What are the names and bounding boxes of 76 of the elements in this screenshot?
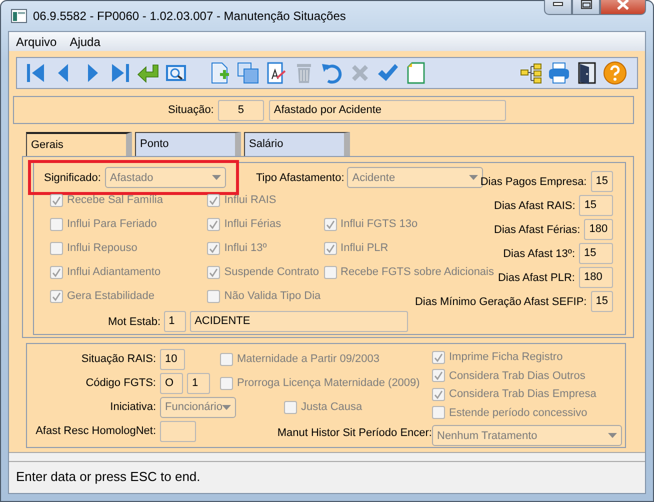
input-field[interactable]: 180	[579, 267, 613, 288]
input-field[interactable]: O	[160, 372, 183, 394]
checkbox-label: Influi PLR	[340, 242, 388, 254]
checkbox-label: Maternidade a Partir 09/2003	[237, 353, 380, 365]
checkmark-icon	[209, 268, 218, 276]
help-icon	[603, 61, 627, 85]
checkmark-icon	[209, 220, 218, 228]
caret-icon	[212, 175, 221, 180]
checkbox-label: Considera Trab Dias Outros	[449, 370, 586, 382]
checkbox-label: Gera Estabilidade	[67, 290, 154, 302]
checkmark-icon	[52, 292, 61, 300]
checkbox-label: Influi FGTS 13o	[340, 218, 418, 230]
checkbox-label: Não Valida Tipo Dia	[224, 290, 321, 302]
field-label: Mot Estab:	[108, 316, 161, 328]
checkbox-label: Influi Férias	[224, 218, 282, 230]
input-field[interactable]: Afastado por Acidente	[268, 100, 506, 120]
undo-icon	[320, 61, 344, 85]
checkmark-icon	[52, 196, 61, 204]
checkbox-label: Influi Adiantamento	[67, 266, 161, 278]
input-field[interactable]: 15	[590, 291, 613, 312]
maximize-icon	[580, 0, 592, 8]
field-label: Tipo Afastamento:	[256, 172, 344, 184]
checkbox-label: Considera Trab Dias Empresa	[449, 388, 596, 400]
checkbox-label: Influi RAIS	[224, 194, 276, 206]
field-label: Manut Histor Sit Período Encer:	[277, 427, 432, 439]
caret-icon	[469, 175, 478, 180]
input-field[interactable]: 10	[160, 348, 185, 370]
checkmark-icon	[209, 244, 218, 252]
input-field[interactable]	[160, 420, 196, 442]
field-label: Código FGTS:	[84, 377, 156, 389]
checkbox-label: Influi Para Feriado	[67, 218, 157, 230]
checkbox-label: Recebe Sal Família	[67, 194, 163, 206]
checkbox-label: Recebe FGTS sobre Adicionais	[340, 266, 494, 278]
field-label: Significado:	[44, 172, 101, 184]
field-label: Iniciativa:	[109, 401, 156, 413]
window-title: 06.9.5582 - FP0060 - 1.02.03.007 - Manutenção Situações	[33, 9, 346, 23]
field-label: Dias Afast PLR:	[498, 272, 575, 284]
tab[interactable]: Ponto	[135, 132, 241, 156]
field-label: Situação RAIS:	[80, 353, 156, 365]
menu-item[interactable]: Arquivo	[9, 34, 63, 48]
tab[interactable]: Gerais	[26, 132, 132, 156]
minimize-icon	[553, 2, 563, 6]
checkmark-icon	[52, 268, 61, 276]
checkbox-label: Imprime Ficha Registro	[449, 351, 563, 364]
copy-icon	[236, 61, 260, 85]
field-label: Dias Mínimo Geração Afast SEFIP:	[414, 296, 587, 308]
checkmark-icon	[326, 244, 335, 252]
close-icon	[617, 0, 629, 10]
field-label: Dias Afast 13º:	[503, 248, 575, 260]
checkbox-label: Influi 13º	[224, 242, 267, 254]
input-field[interactable]: 5	[218, 100, 264, 120]
caret-icon	[222, 404, 232, 410]
checkmark-icon	[209, 196, 218, 204]
field-label: Dias Afast RAIS:	[494, 200, 576, 212]
input-field[interactable]: 15	[590, 171, 613, 192]
tab[interactable]: Salário	[244, 132, 350, 156]
checkbox-label: Influi Repouso	[67, 242, 138, 254]
field-label: Afast Resc HomologNet:	[34, 425, 156, 437]
checkmark-icon	[326, 220, 335, 228]
checkbox-label: Prorroga Licença Maternidade (2009)	[237, 377, 420, 389]
field-label: Situação:	[168, 104, 214, 116]
printer-icon	[547, 61, 571, 85]
checkbox-label: Suspende Contrato	[224, 266, 320, 278]
app-icon	[11, 9, 27, 23]
input-field[interactable]: ACIDENTE	[190, 311, 408, 332]
input-field[interactable]: 15	[579, 243, 613, 264]
caret-icon	[608, 433, 617, 438]
field-label: Dias Afast Férias:	[494, 224, 580, 236]
tree-structure-icon	[519, 61, 543, 85]
input-field[interactable]: 15	[579, 195, 613, 216]
menu-item[interactable]: Ajuda	[62, 34, 106, 48]
input-field[interactable]: 1	[164, 311, 186, 332]
checkbox-label: Estende período concessivo	[449, 406, 588, 419]
input-field[interactable]: 180	[584, 219, 613, 240]
input-field[interactable]: 1	[187, 372, 210, 394]
checkbox-label: Justa Causa	[301, 401, 362, 413]
